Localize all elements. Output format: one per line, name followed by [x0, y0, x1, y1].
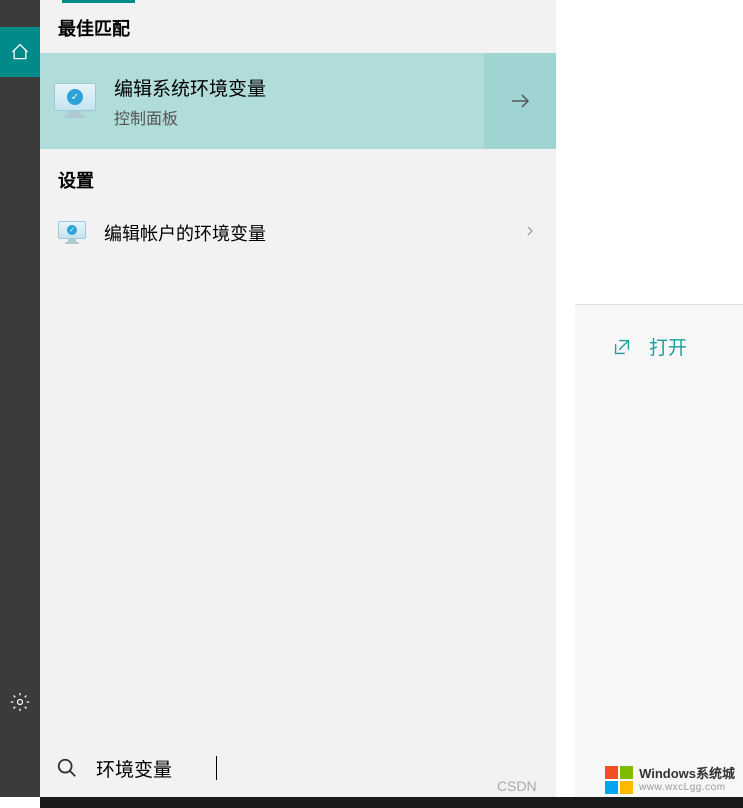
home-icon — [10, 42, 30, 62]
watermark-text: Windows系统城 www.wxcLgg.com — [639, 767, 735, 792]
search-input[interactable] — [96, 757, 216, 779]
best-match-main[interactable]: ✓ 编辑系统环境变量 控制面板 — [40, 53, 484, 149]
left-sidebar — [0, 0, 40, 797]
detail-panel: 打开 — [575, 0, 743, 797]
best-match-expand-button[interactable] — [484, 53, 556, 149]
settings-header: 设置 — [40, 149, 556, 205]
search-icon — [56, 757, 78, 779]
watermark-title: Windows系统城 — [639, 767, 735, 781]
best-match-header: 最佳匹配 — [40, 3, 556, 53]
result-text-block: 编辑系统环境变量 控制面板 — [114, 74, 266, 129]
open-label: 打开 — [649, 333, 687, 360]
csdn-watermark: CSDN — [497, 778, 537, 794]
watermark: Windows系统城 www.wxcLgg.com — [605, 766, 735, 794]
settings-result-item[interactable]: ✓ 编辑帐户的环境变量 — [40, 205, 556, 261]
settings-expand-button[interactable] — [522, 223, 538, 244]
chevron-right-icon — [522, 223, 538, 239]
detail-preview-area — [575, 0, 743, 305]
search-bar[interactable] — [40, 739, 556, 797]
watermark-logo — [605, 766, 633, 794]
best-match-result[interactable]: ✓ 编辑系统环境变量 控制面板 — [40, 53, 556, 149]
result-subtitle: 控制面板 — [114, 105, 266, 129]
open-icon — [611, 336, 633, 358]
gear-icon — [10, 692, 30, 712]
taskbar — [40, 797, 743, 808]
control-panel-icon: ✓ — [54, 83, 96, 119]
settings-button[interactable] — [0, 682, 40, 722]
search-results-panel: 最佳匹配 ✓ 编辑系统环境变量 控制面板 设置 ✓ — [40, 0, 556, 797]
home-button[interactable] — [0, 27, 40, 77]
open-action[interactable]: 打开 — [575, 305, 743, 388]
arrow-right-icon — [508, 89, 532, 113]
watermark-url: www.wxcLgg.com — [639, 782, 735, 793]
settings-item-title: 编辑帐户的环境变量 — [104, 220, 504, 246]
text-cursor — [216, 756, 217, 780]
result-title: 编辑系统环境变量 — [114, 74, 266, 101]
settings-item-icon: ✓ — [58, 221, 86, 245]
